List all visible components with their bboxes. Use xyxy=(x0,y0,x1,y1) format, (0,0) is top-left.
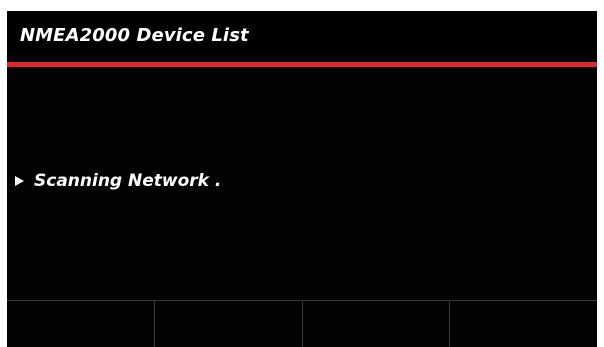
title-bar: NMEA2000 Device List xyxy=(7,11,597,62)
device-screen: NMEA2000 Device List Scanning Network . xyxy=(7,11,597,347)
softkey-4[interactable] xyxy=(450,301,597,347)
softkey-bar xyxy=(7,300,597,347)
softkey-3[interactable] xyxy=(303,301,451,347)
softkey-1[interactable] xyxy=(7,301,155,347)
play-arrow-icon xyxy=(15,176,24,186)
softkey-2[interactable] xyxy=(155,301,303,347)
page-title: NMEA2000 Device List xyxy=(20,25,249,46)
title-accent-divider xyxy=(7,62,597,67)
scan-status-text: Scanning Network . xyxy=(34,171,222,191)
scan-status: Scanning Network . xyxy=(15,169,221,193)
